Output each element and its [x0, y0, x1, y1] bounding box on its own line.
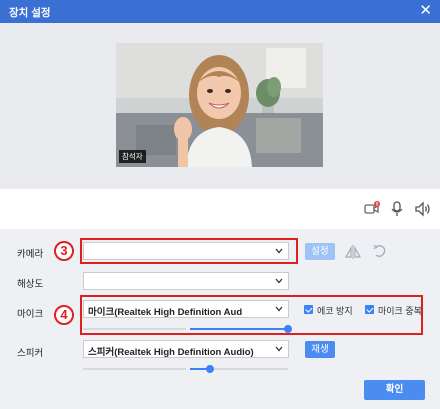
mic-select[interactable]: 마이크(Realtek High Definition Aud: [83, 300, 289, 318]
chevron-down-icon: [275, 248, 283, 254]
resolution-select[interactable]: [83, 272, 289, 290]
camera-preview: 참석자: [116, 43, 323, 167]
mic-duplicate-label: 마이크 중복: [378, 306, 422, 316]
speaker-label: 스피커: [17, 348, 44, 359]
camera-select[interactable]: [83, 242, 289, 260]
chevron-down-icon: [275, 306, 283, 312]
chevron-down-icon: [275, 346, 283, 352]
camera-settings-button[interactable]: 설정: [305, 243, 335, 260]
rotate-icon[interactable]: [372, 243, 388, 259]
confirm-button[interactable]: 확인: [364, 380, 425, 400]
mic-volume-knob[interactable]: [284, 325, 292, 333]
settings-form: 카메라 3 설정 해상도 마이크 4 마이크(Realtek High Defi…: [0, 229, 440, 409]
resolution-label: 해상도: [17, 279, 44, 290]
mic-input-level-meter: [83, 328, 186, 330]
step-marker-3: 3: [54, 241, 74, 261]
speaker-play-button[interactable]: 재생: [305, 341, 335, 358]
echo-cancel-checkbox[interactable]: [304, 305, 313, 314]
mic-volume-fill: [190, 328, 288, 330]
camera-label: 카메라: [17, 249, 44, 260]
speaker-volume-knob[interactable]: [206, 365, 214, 373]
window-title: 장치 설정: [9, 7, 51, 19]
mirror-icon[interactable]: [344, 243, 362, 261]
mic-label: 마이크: [17, 309, 44, 320]
speaker-select-value: 스피커(Realtek High Definition Audio): [88, 347, 254, 358]
speaker-icon[interactable]: [414, 200, 432, 218]
microphone-icon[interactable]: [388, 200, 406, 218]
close-icon[interactable]: ✕: [419, 2, 432, 19]
title-bar: 장치 설정 ✕: [0, 0, 440, 23]
speaker-select[interactable]: 스피커(Realtek High Definition Audio): [83, 340, 289, 358]
chevron-down-icon: [275, 278, 283, 284]
mic-select-value: 마이크(Realtek High Definition Aud: [88, 307, 243, 318]
step-marker-4: 4: [54, 305, 74, 325]
echo-cancel-label: 에코 방지: [317, 306, 353, 316]
mic-duplicate-checkbox[interactable]: [365, 305, 374, 314]
device-toolbar: [0, 189, 440, 229]
participant-tag: 참석자: [119, 150, 146, 163]
speaker-output-level-meter: [83, 368, 186, 370]
camera-preview-image: [116, 43, 323, 167]
camera-off-icon[interactable]: [363, 200, 381, 218]
video-preview-area: 참석자: [0, 23, 440, 189]
